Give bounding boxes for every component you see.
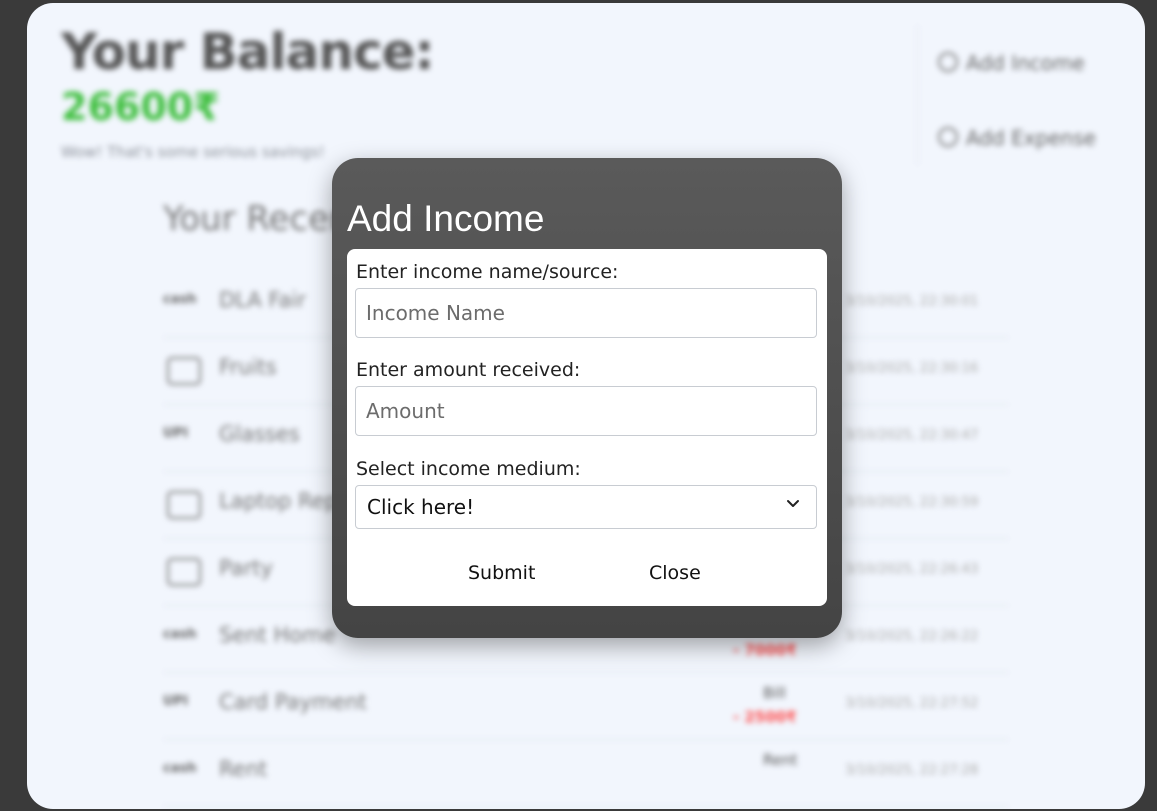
transaction-name: Fruits — [219, 355, 277, 379]
transaction-amount: - 2500₹ — [733, 708, 797, 726]
amount-input[interactable] — [355, 386, 817, 436]
transaction-timestamp: 3/10/2025, 22:30:01 — [845, 294, 979, 309]
transaction-timestamp: 3/10/2025, 22:26:22 — [845, 629, 979, 644]
close-button[interactable]: Close — [643, 555, 707, 591]
transaction-tag: Bill — [763, 684, 786, 702]
calendar-icon — [167, 357, 201, 385]
submit-button[interactable]: Submit — [462, 555, 541, 591]
transaction-timestamp: 3/10/2025, 22:26:43 — [845, 562, 979, 577]
balance-title: Your Balance: — [61, 23, 434, 81]
transaction-row: UPI Card Payment Bill - 2500₹ 3/10/2025,… — [163, 672, 1009, 740]
transaction-timestamp: 3/10/2025, 22:30:59 — [845, 495, 979, 510]
income-medium-select[interactable]: Click here! — [355, 485, 817, 529]
transaction-name: Glasses — [219, 422, 300, 446]
side-actions: Add Income Add Expense — [917, 25, 1128, 165]
transaction-name: Rent — [219, 757, 268, 781]
income-medium-value: Click here! — [367, 495, 475, 519]
transaction-name: Sent Home — [219, 623, 336, 647]
transaction-name: Party — [219, 556, 273, 580]
amount-label: Enter amount received: — [356, 359, 581, 381]
transaction-timestamp: 3/10/2025, 22:30:47 — [845, 428, 979, 443]
payment-badge: cash — [163, 292, 197, 307]
transaction-name: DLA Fair — [219, 288, 306, 312]
transaction-timestamp: 3/10/2025, 22:27:28 — [845, 763, 979, 778]
add-income-action[interactable]: Add Income — [938, 51, 1085, 75]
payment-badge: cash — [163, 627, 197, 642]
transaction-name: Card Payment — [219, 690, 367, 714]
transaction-amount: - 7000₹ — [733, 641, 797, 659]
minus-circle-icon — [938, 127, 958, 147]
add-expense-label: Add Expense — [966, 126, 1096, 150]
plus-circle-icon — [938, 52, 958, 72]
balance-note: Wow! That's some serious savings! — [61, 143, 325, 161]
transaction-timestamp: 3/10/2025, 22:30:16 — [845, 361, 979, 376]
payment-badge: UPI — [163, 426, 188, 441]
chevron-down-icon — [787, 500, 799, 507]
payment-badge: cash — [163, 761, 197, 776]
balance-value: 26600₹ — [61, 85, 220, 129]
transaction-row: cash Rent Rent 3/10/2025, 22:27:28 — [163, 739, 1009, 807]
income-medium-label: Select income medium: — [356, 458, 581, 480]
income-form: Enter income name/source: Enter amount r… — [347, 249, 827, 606]
add-income-modal: Add Income Enter income name/source: Ent… — [332, 158, 842, 638]
add-expense-action[interactable]: Add Expense — [938, 126, 1096, 150]
payment-badge: UPI — [163, 694, 188, 709]
calendar-icon — [167, 558, 201, 586]
add-income-label: Add Income — [966, 51, 1085, 75]
transaction-tag: Rent — [763, 751, 798, 769]
modal-title: Add Income — [347, 198, 545, 239]
income-name-label: Enter income name/source: — [356, 261, 619, 283]
calendar-icon — [167, 491, 201, 519]
transaction-timestamp: 3/10/2025, 22:27:52 — [845, 696, 979, 711]
income-name-input[interactable] — [355, 288, 817, 338]
